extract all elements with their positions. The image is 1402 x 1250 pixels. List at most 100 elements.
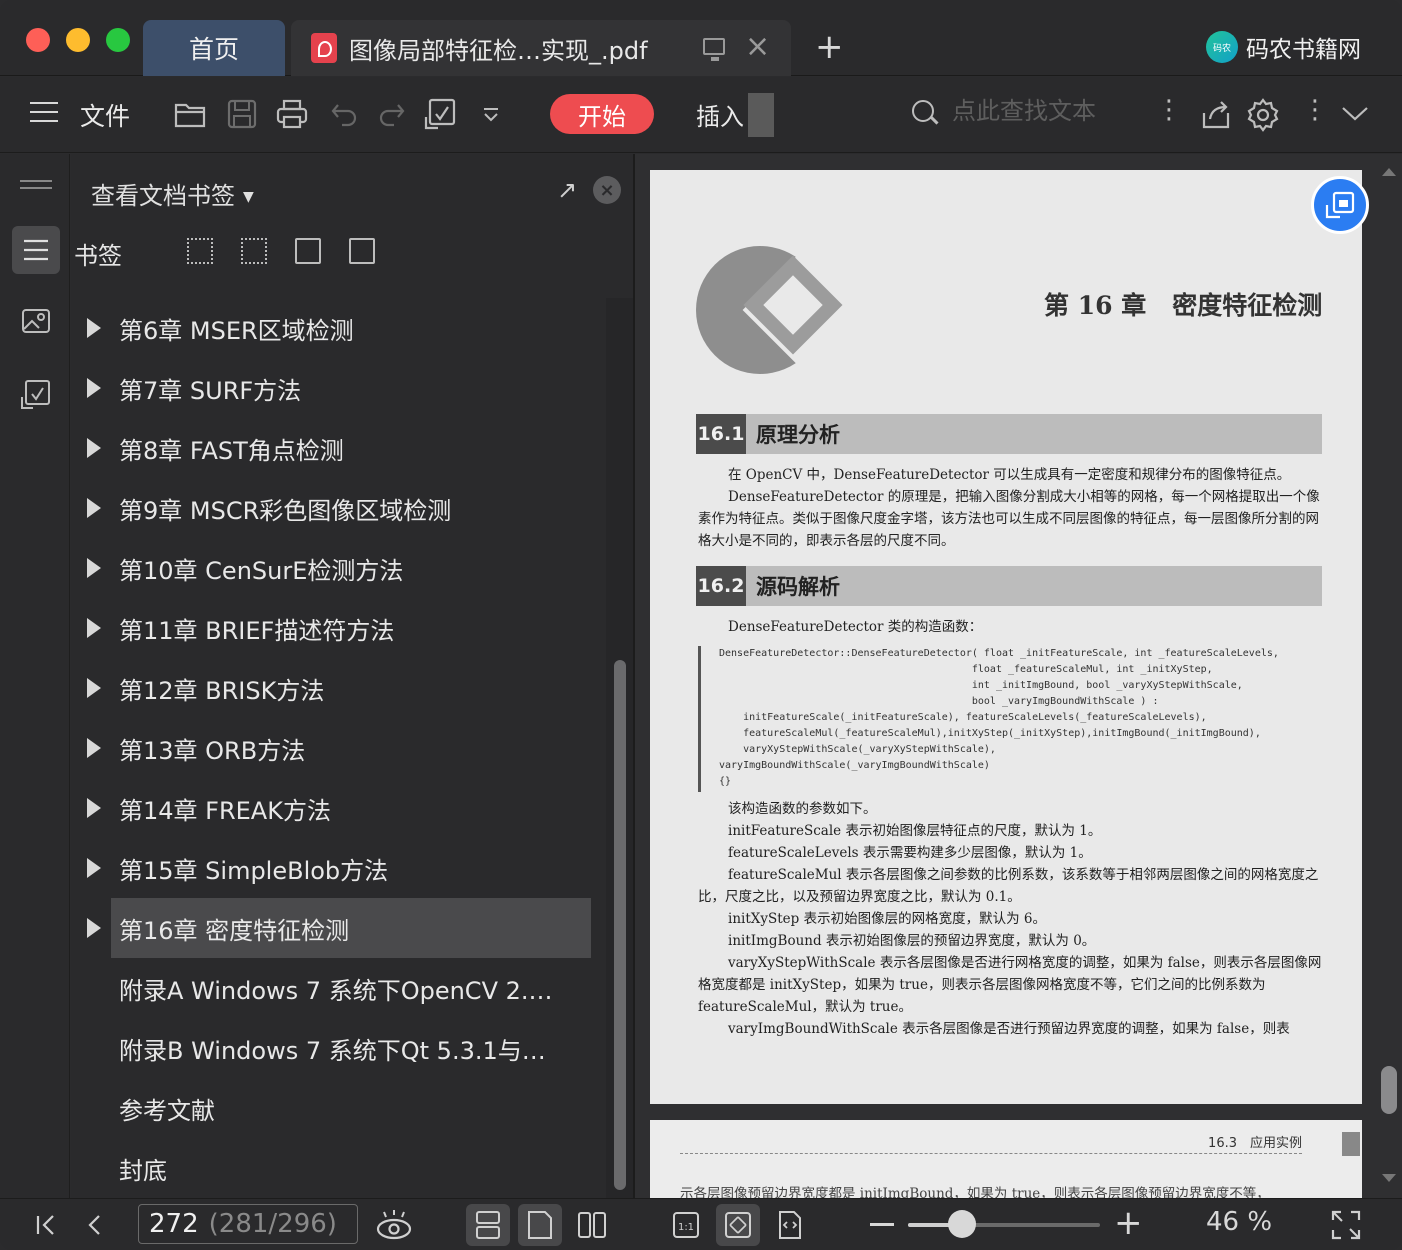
delete-bookmark-icon[interactable] [349, 238, 375, 264]
close-window-button[interactable] [26, 28, 50, 52]
bookmark-item[interactable]: 附录B Windows 7 系统下Qt 5.3.1与… [71, 1018, 606, 1078]
bookmark-item[interactable]: 第8章 FAST角点检测 [71, 418, 606, 478]
print-icon[interactable] [276, 99, 308, 129]
collapse-all-icon[interactable] [241, 238, 267, 264]
expand-triangle-icon[interactable] [87, 738, 101, 758]
tab-home[interactable]: 首页 [143, 20, 285, 76]
expand-triangle-icon[interactable] [87, 498, 101, 518]
scroll-down-arrow-icon[interactable] [1382, 1174, 1396, 1182]
file-menu[interactable]: 文件 [80, 97, 130, 133]
pdf-page[interactable]: 第 16 章密度特征检测 16.1 原理分析 在 OpenCV 中，DenseF… [650, 170, 1362, 1104]
bookmark-item[interactable]: 第13章 ORB方法 [71, 718, 606, 778]
minimize-window-button[interactable] [66, 28, 90, 52]
zoom-slider-track[interactable] [908, 1223, 1100, 1227]
expand-all-icon[interactable] [187, 238, 213, 264]
annotations-panel-button[interactable] [12, 370, 60, 418]
bookmark-item[interactable]: 参考文献 [71, 1078, 606, 1138]
fit-page-button[interactable] [716, 1204, 760, 1246]
menu-icon[interactable] [30, 102, 58, 124]
actual-size-button[interactable]: 1:1 [664, 1204, 708, 1246]
rail-collapse-handle[interactable] [20, 180, 52, 182]
thumbnails-panel-button[interactable] [12, 298, 60, 346]
parameter-item: initXyStep 表示初始图像层的网格宽度，默认为 6。 [728, 911, 1046, 927]
close-panel-icon[interactable]: × [593, 176, 621, 204]
parameter-item: featureScaleMul 表示各层图像之间参数的比例系数，该系数等于相邻两… [698, 867, 1319, 905]
next-pdf-page[interactable]: 16.3 应用实例 示各层图像预留边界宽度都是 initImgBound，如果为… [650, 1120, 1362, 1198]
expand-triangle-icon[interactable] [87, 558, 101, 578]
more-tools-chevron-icon[interactable] [482, 105, 500, 123]
convert-pdf-icon[interactable] [424, 97, 458, 131]
expand-triangle-icon[interactable] [87, 378, 101, 398]
bookmark-list-scroll-thumb[interactable] [614, 660, 626, 1190]
scroll-up-arrow-icon[interactable] [1382, 168, 1396, 176]
tab-home-label: 首页 [188, 35, 239, 64]
zoom-slider-handle[interactable] [947, 1210, 976, 1238]
previous-page-icon[interactable] [84, 1213, 104, 1237]
bookmark-item[interactable]: 第7章 SURF方法 [71, 358, 606, 418]
bookmark-item[interactable]: 附录A Windows 7 系统下OpenCV 2.… [71, 958, 606, 1018]
search-input[interactable] [952, 97, 1132, 125]
zoom-level[interactable]: 46 % [1206, 1207, 1272, 1237]
monitor-icon[interactable] [703, 38, 725, 61]
document-viewer[interactable]: 第 16 章密度特征检测 16.1 原理分析 在 OpenCV 中，DenseF… [635, 154, 1402, 1198]
bookmark-item[interactable]: 封底 [71, 1138, 606, 1198]
bookmark-item[interactable]: 第10章 CenSurE检测方法 [71, 538, 606, 598]
document-scroll-thumb[interactable] [1381, 1066, 1397, 1114]
bookmark-item-active[interactable]: 第16章 密度特征检测 [87, 898, 591, 958]
bookmark-item[interactable]: 第11章 BRIEF描述符方法 [71, 598, 606, 658]
expand-triangle-icon[interactable] [87, 678, 101, 698]
convert-document-icon [21, 380, 50, 409]
bookmark-list-scrollbar[interactable] [606, 298, 633, 1198]
redo-icon[interactable] [378, 101, 406, 127]
more-options-icon[interactable]: ⋮ [1302, 97, 1328, 123]
insert-tab-button[interactable]: 插入 [696, 97, 744, 132]
two-pages-icon [578, 1212, 606, 1238]
expand-triangle-icon[interactable] [87, 618, 101, 638]
eye-protection-icon[interactable] [374, 1209, 414, 1241]
zoom-out-button[interactable] [870, 1223, 894, 1226]
convert-floating-button[interactable] [1311, 176, 1369, 234]
bookmark-item[interactable]: 第12章 BRISK方法 [71, 658, 606, 718]
maximize-window-button[interactable] [106, 28, 130, 52]
page-count: (281/296) [208, 1209, 337, 1239]
brand[interactable]: 码农 码农书籍网 [1206, 30, 1361, 64]
document-scrollbar[interactable] [1377, 154, 1402, 1198]
expand-triangle-icon[interactable] [87, 918, 101, 938]
settings-gear-icon[interactable] [1246, 98, 1280, 132]
expand-triangle-icon[interactable] [87, 858, 101, 878]
fit-width-button[interactable] [768, 1204, 812, 1246]
undo-icon[interactable] [330, 101, 358, 127]
save-icon[interactable] [226, 98, 258, 130]
separator-dots-icon: ⋮ [1156, 95, 1182, 125]
panel-title-label: 查看文档书签 [91, 182, 235, 210]
main-toolbar: 文件 开始 插入 点此查找文本 ⋮ ⋮ [0, 77, 1402, 153]
bookmark-item[interactable]: 第9章 MSCR彩色图像区域检测 [71, 478, 606, 538]
bookmarks-panel-button[interactable] [12, 226, 60, 274]
search-box[interactable] [912, 97, 1132, 125]
panel-title-dropdown[interactable]: 查看文档书签 ▼ [91, 176, 254, 211]
close-tab-icon[interactable]: × [745, 32, 770, 62]
share-icon[interactable] [1200, 99, 1232, 131]
zoom-in-button[interactable]: + [1114, 1203, 1143, 1243]
fullscreen-icon[interactable] [1330, 1209, 1362, 1241]
first-page-icon[interactable] [34, 1213, 58, 1237]
tab-document[interactable]: 图像局部特征检…实现_.pdf × [291, 20, 791, 76]
page-number-input[interactable]: 272 (281/296) [138, 1204, 358, 1244]
two-page-button[interactable] [570, 1204, 614, 1246]
expand-triangle-icon[interactable] [87, 798, 101, 818]
collapse-toolbar-chevron-icon[interactable] [1340, 105, 1370, 123]
bookmark-item[interactable]: 第14章 FREAK方法 [71, 778, 606, 838]
open-folder-icon[interactable] [174, 99, 208, 129]
undock-panel-icon[interactable]: ↗ [557, 176, 577, 204]
start-tab-label: 开始 [578, 102, 626, 131]
add-bookmark-icon[interactable] [295, 238, 321, 264]
expand-triangle-icon[interactable] [87, 318, 101, 338]
toolbar-overflow-handle[interactable] [748, 93, 774, 137]
start-tab-button[interactable]: 开始 [550, 94, 654, 134]
bookmark-item[interactable]: 第15章 SimpleBlob方法 [71, 838, 606, 898]
new-tab-button[interactable]: + [815, 30, 844, 64]
single-page-button[interactable] [518, 1204, 562, 1246]
bookmark-item[interactable]: 第6章 MSER区域检测 [71, 298, 606, 358]
continuous-scroll-button[interactable] [466, 1204, 510, 1246]
expand-triangle-icon[interactable] [87, 438, 101, 458]
